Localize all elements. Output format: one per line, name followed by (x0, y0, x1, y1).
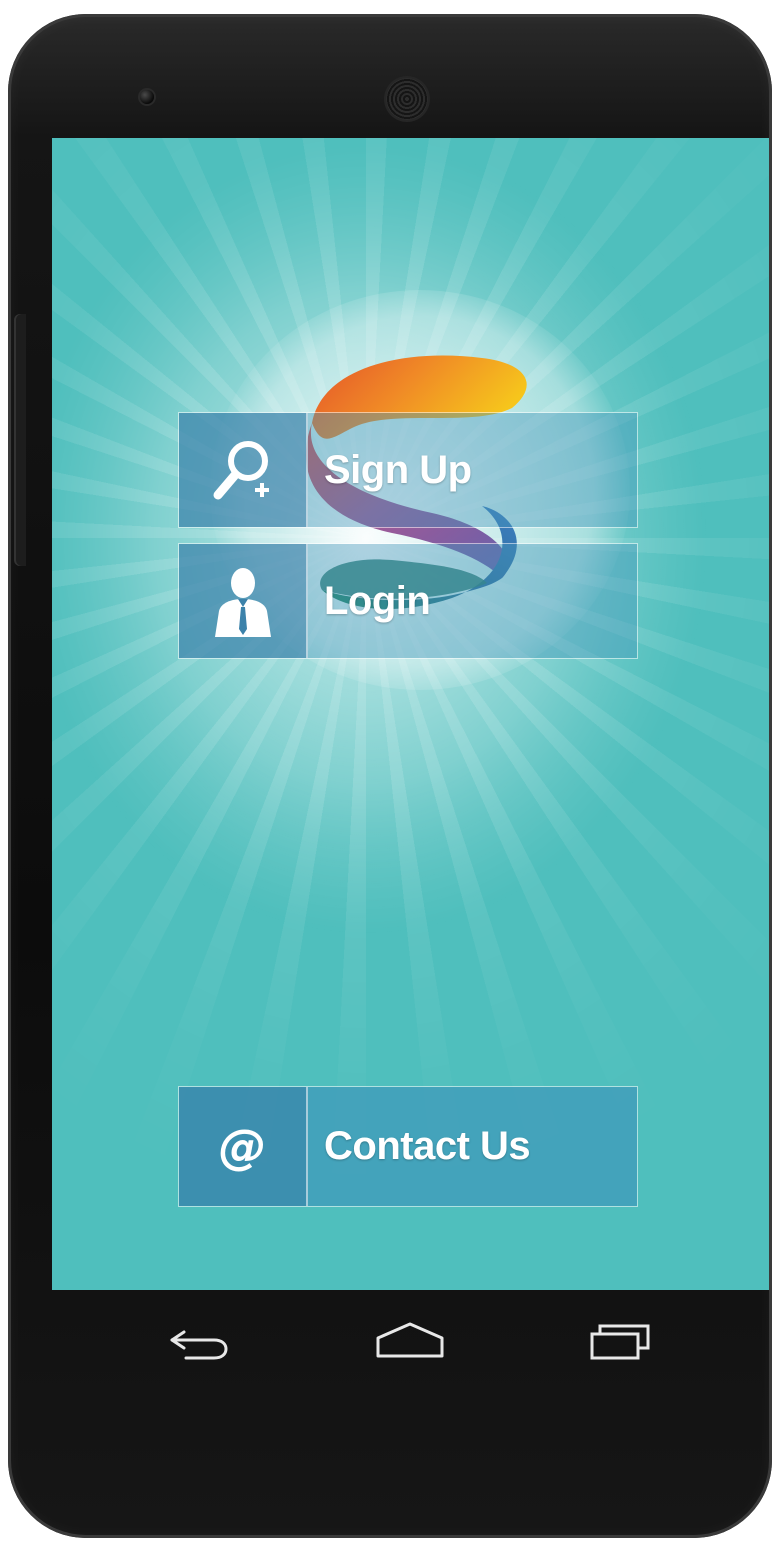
signup-label: Sign Up (324, 447, 472, 492)
power-button (14, 314, 26, 566)
signup-button[interactable]: Sign Up (178, 412, 638, 528)
contact-icon-cell: @ (179, 1087, 308, 1206)
login-button[interactable]: Login (178, 543, 638, 659)
at-icon: @ (218, 1118, 267, 1175)
search-add-icon (213, 441, 269, 500)
earpiece-speaker (386, 78, 428, 120)
home-icon[interactable] (370, 1318, 450, 1366)
app-screen: Sign Up Login @ Contact Us (52, 138, 769, 1290)
recents-icon[interactable] (582, 1318, 662, 1366)
user-icon (214, 568, 271, 637)
signup-label-cell: Sign Up (308, 413, 637, 527)
back-icon[interactable] (162, 1318, 242, 1366)
contact-us-button[interactable]: @ Contact Us (178, 1086, 638, 1207)
contact-label-cell: Contact Us (308, 1087, 637, 1206)
login-label-cell: Login (308, 544, 637, 658)
login-label: Login (324, 578, 431, 623)
contact-us-label: Contact Us (324, 1124, 531, 1168)
system-nav-bar (52, 1290, 769, 1390)
login-icon-cell (179, 544, 308, 658)
signup-icon-cell (179, 413, 308, 527)
front-camera (140, 90, 154, 104)
